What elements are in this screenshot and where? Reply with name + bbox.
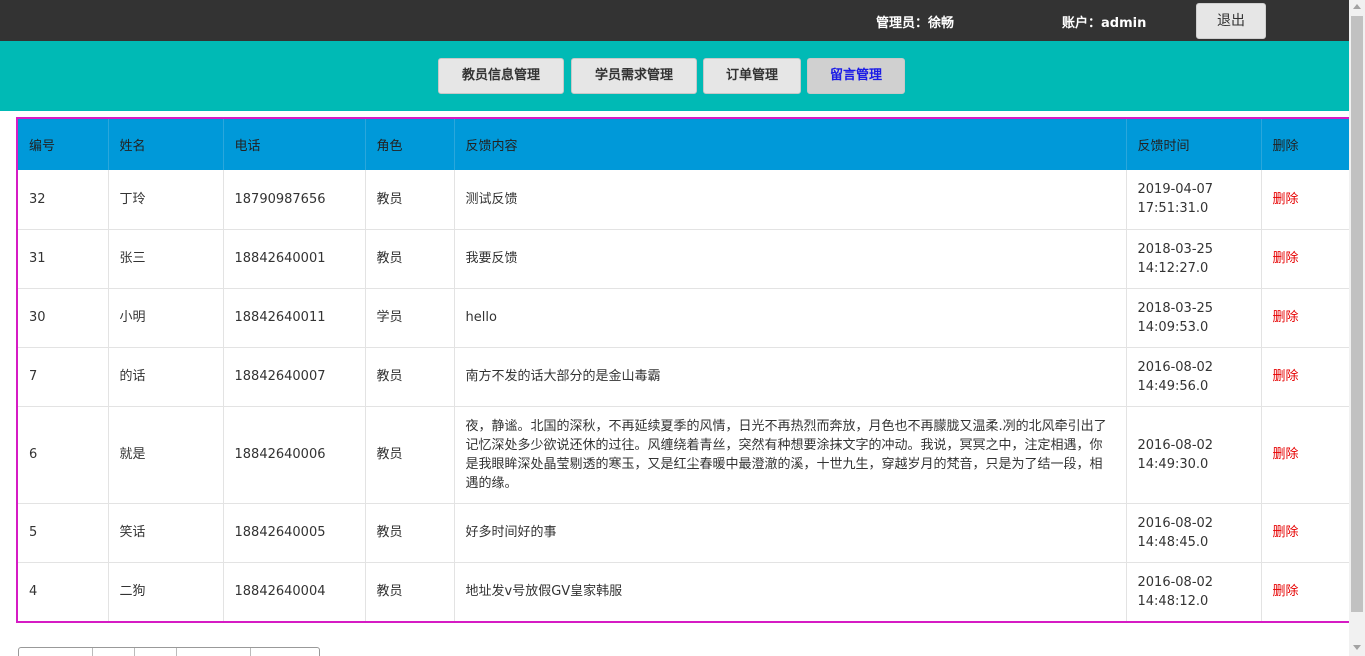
cell-time-clock: 14:48:12.0 xyxy=(1137,593,1209,609)
delete-link[interactable]: 删除 xyxy=(1261,347,1349,407)
delete-link[interactable]: 删除 xyxy=(1261,503,1349,563)
tab-order-management[interactable]: 订单管理 xyxy=(703,58,801,94)
cell-content: 测试反馈 xyxy=(454,170,1127,230)
tab-teacher-management[interactable]: 教员信息管理 xyxy=(438,58,564,94)
cell-content: 地址发v号放假GV皇家韩服 xyxy=(454,562,1127,621)
cell-id: 32 xyxy=(18,170,109,230)
cell-time-date: 2018-03-25 xyxy=(1137,300,1214,316)
cell-id: 30 xyxy=(18,288,109,348)
table-row: 31 张三 18842640001 教员 我要反馈 2018-03-25 14:1… xyxy=(18,229,1349,289)
table-row: 32 丁玲 18790987656 教员 测试反馈 2019-04-07 17:5… xyxy=(18,170,1349,230)
nav-band: 教员信息管理 学员需求管理 订单管理 留言管理 xyxy=(0,41,1349,111)
pagination-item[interactable] xyxy=(251,648,319,656)
cell-time: 2016-08-02 14:49:56.0 xyxy=(1126,347,1262,407)
cell-content: 我要反馈 xyxy=(454,229,1127,289)
table-row: 5 笑话 18842640005 教员 好多时间好的事 2016-08-02 14… xyxy=(18,503,1349,563)
account-label: 账户：admin xyxy=(1062,16,1147,31)
cell-phone: 18842640001 xyxy=(223,229,366,289)
cell-content: hello xyxy=(454,288,1127,348)
cell-time-clock: 14:09:53.0 xyxy=(1137,319,1209,335)
cell-role: 教员 xyxy=(365,503,455,563)
cell-role: 学员 xyxy=(365,288,455,348)
cell-phone: 18842640011 xyxy=(223,288,366,348)
logout-button[interactable]: 退出 xyxy=(1196,3,1266,39)
cell-id: 6 xyxy=(18,406,109,504)
admin-name-label: 管理员：徐畅 xyxy=(876,16,955,31)
table-header-row: 编号 姓名 电话 角色 反馈内容 反馈时间 删除 xyxy=(18,119,1349,170)
feedback-table: 编号 姓名 电话 角色 反馈内容 反馈时间 删除 32 丁玲 187909876… xyxy=(18,119,1349,621)
cell-role: 教员 xyxy=(365,562,455,621)
column-header-time: 反馈时间 xyxy=(1126,119,1262,170)
pagination-item[interactable] xyxy=(93,648,135,656)
top-bar: 管理员：徐畅 账户：admin 退出 xyxy=(0,0,1349,41)
cell-time-date: 2016-08-02 xyxy=(1137,574,1214,590)
cell-id: 5 xyxy=(18,503,109,563)
cell-name: 小明 xyxy=(108,288,224,348)
cell-time-date: 2016-08-02 xyxy=(1137,359,1214,375)
table-row: 30 小明 18842640011 学员 hello 2018-03-25 14:… xyxy=(18,288,1349,348)
cell-content: 好多时间好的事 xyxy=(454,503,1127,563)
delete-link[interactable]: 删除 xyxy=(1261,406,1349,504)
table-row: 4 二狗 18842640004 教员 地址发v号放假GV皇家韩服 2016-0… xyxy=(18,562,1349,621)
tab-student-needs-management[interactable]: 学员需求管理 xyxy=(571,58,697,94)
pagination-item[interactable] xyxy=(135,648,177,656)
cell-name: 就是 xyxy=(108,406,224,504)
cell-id: 31 xyxy=(18,229,109,289)
delete-link[interactable]: 删除 xyxy=(1261,562,1349,621)
cell-content: 夜，静谧。北国的深秋，不再延续夏季的风情，日光不再热烈而奔放，月色也不再朦胧又温… xyxy=(454,406,1127,504)
cell-time-date: 2019-04-07 xyxy=(1137,182,1214,198)
cell-role: 教员 xyxy=(365,229,455,289)
table-row: 6 就是 18842640006 教员 夜，静谧。北国的深秋，不再延续夏季的风情… xyxy=(18,406,1349,504)
cell-name: 二狗 xyxy=(108,562,224,621)
cell-role: 教员 xyxy=(365,170,455,230)
cell-time: 2018-03-25 14:12:27.0 xyxy=(1126,229,1262,289)
cell-name: 丁玲 xyxy=(108,170,224,230)
cell-time: 2016-08-02 14:49:30.0 xyxy=(1126,406,1262,504)
column-header-role: 角色 xyxy=(365,119,455,170)
delete-link[interactable]: 删除 xyxy=(1261,229,1349,289)
cell-content: 南方不发的话大部分的是金山毒霸 xyxy=(454,347,1127,407)
cell-phone: 18842640005 xyxy=(223,503,366,563)
feedback-table-container: 编号 姓名 电话 角色 反馈内容 反馈时间 删除 32 丁玲 187909876… xyxy=(16,117,1351,623)
column-header-content: 反馈内容 xyxy=(454,119,1127,170)
pagination xyxy=(18,647,320,656)
cell-name: 笑话 xyxy=(108,503,224,563)
cell-name: 的话 xyxy=(108,347,224,407)
cell-time-date: 2016-08-02 xyxy=(1137,515,1214,531)
vertical-scrollbar[interactable] xyxy=(1349,0,1365,656)
cell-time-clock: 14:48:45.0 xyxy=(1137,534,1209,550)
cell-name: 张三 xyxy=(108,229,224,289)
pagination-item[interactable] xyxy=(19,648,93,656)
cell-time-clock: 14:12:27.0 xyxy=(1137,260,1209,276)
cell-time-clock: 14:49:30.0 xyxy=(1137,456,1209,472)
cell-time-date: 2016-08-02 xyxy=(1137,437,1214,453)
cell-role: 教员 xyxy=(365,347,455,407)
tab-message-management[interactable]: 留言管理 xyxy=(807,58,905,94)
delete-link[interactable]: 删除 xyxy=(1261,170,1349,230)
cell-phone: 18842640006 xyxy=(223,406,366,504)
column-header-id: 编号 xyxy=(18,119,109,170)
cell-time-clock: 14:49:56.0 xyxy=(1137,378,1209,394)
cell-role: 教员 xyxy=(365,406,455,504)
column-header-delete: 删除 xyxy=(1261,119,1349,170)
pagination-item[interactable] xyxy=(177,648,251,656)
column-header-name: 姓名 xyxy=(108,119,224,170)
scroll-up-arrow-icon[interactable] xyxy=(1353,4,1361,9)
cell-id: 4 xyxy=(18,562,109,621)
cell-phone: 18842640007 xyxy=(223,347,366,407)
cell-phone: 18790987656 xyxy=(223,170,366,230)
cell-time: 2019-04-07 17:51:31.0 xyxy=(1126,170,1262,230)
scrollbar-thumb[interactable] xyxy=(1351,16,1363,612)
delete-link[interactable]: 删除 xyxy=(1261,288,1349,348)
cell-time-date: 2018-03-25 xyxy=(1137,241,1214,257)
cell-time: 2016-08-02 14:48:45.0 xyxy=(1126,503,1262,563)
table-row: 7 的话 18842640007 教员 南方不发的话大部分的是金山毒霸 2016… xyxy=(18,347,1349,407)
cell-phone: 18842640004 xyxy=(223,562,366,621)
scroll-down-arrow-icon[interactable] xyxy=(1353,645,1361,650)
cell-time: 2016-08-02 14:48:12.0 xyxy=(1126,562,1262,621)
cell-time: 2018-03-25 14:09:53.0 xyxy=(1126,288,1262,348)
cell-time-clock: 17:51:31.0 xyxy=(1137,201,1209,217)
cell-id: 7 xyxy=(18,347,109,407)
column-header-phone: 电话 xyxy=(223,119,366,170)
